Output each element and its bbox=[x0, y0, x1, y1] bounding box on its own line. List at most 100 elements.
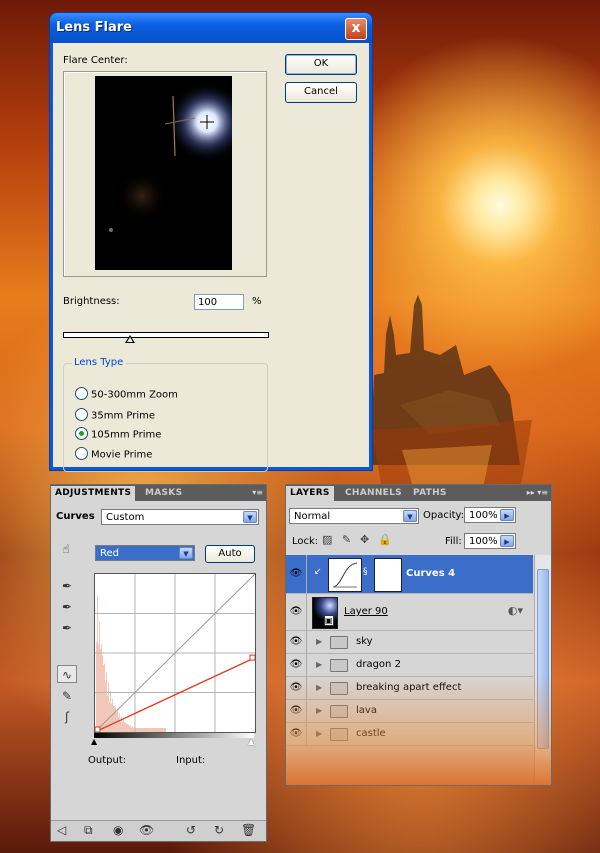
layer-row-lava[interactable]: 👁 ▶ lava bbox=[286, 700, 533, 723]
brightness-slider[interactable] bbox=[63, 332, 269, 338]
lens-type-group: Lens Type 50-300mm Zoom 35mm Prime 105mm… bbox=[63, 357, 268, 472]
chain-link-icon[interactable]: § bbox=[363, 567, 368, 577]
scrollbar-thumb[interactable] bbox=[537, 569, 549, 749]
curves-graph[interactable] bbox=[94, 573, 256, 733]
radio-button[interactable] bbox=[75, 408, 88, 421]
lock-icon[interactable]: 🔒 bbox=[378, 533, 392, 546]
histogram-bar bbox=[153, 728, 154, 732]
white-point-slider[interactable]: ▲ bbox=[248, 737, 254, 746]
opacity-input[interactable]: 100% ▶ bbox=[464, 507, 516, 523]
expand-triangle-icon[interactable]: ▶ bbox=[316, 683, 322, 692]
layer-row-breaking-apart[interactable]: 👁 ▶ breaking apart effect bbox=[286, 677, 533, 700]
back-arrow-icon[interactable]: ◁ bbox=[57, 823, 66, 837]
lens-option-35mm[interactable]: 35mm Prime bbox=[75, 408, 155, 423]
smooth-curve-icon[interactable]: ʃ bbox=[57, 708, 77, 726]
eye-icon[interactable]: 👁 bbox=[286, 723, 307, 745]
smart-filter-icon[interactable]: ◐▾ bbox=[508, 604, 523, 617]
layer-row-curves4[interactable]: 👁 ↙ § Curves 4 bbox=[286, 555, 533, 594]
reset-icon[interactable]: ↻ bbox=[214, 823, 224, 837]
eyedropper-white-icon[interactable]: ✒ bbox=[57, 619, 77, 637]
trash-icon[interactable]: 🗑 bbox=[241, 823, 256, 837]
layer-row-castle[interactable]: 👁 ▶ castle bbox=[286, 723, 533, 746]
move-icon[interactable]: ✥ bbox=[360, 533, 369, 546]
eyedropper-gray-icon[interactable]: ✒ bbox=[57, 598, 77, 616]
adjustments-bottom-bar: ◁ ⧉ ◉ 👁 ↺ ↻ 🗑 bbox=[51, 820, 266, 841]
histogram-bar bbox=[129, 726, 130, 732]
brightness-slider-thumb[interactable] bbox=[125, 335, 136, 343]
lock-transparency-icon[interactable]: ▨ bbox=[322, 533, 332, 546]
flare-preview-frame bbox=[63, 71, 267, 277]
layer-row-sky[interactable]: 👁 ▶ sky bbox=[286, 631, 533, 654]
eye-icon[interactable]: 👁 bbox=[139, 823, 154, 837]
eye-icon[interactable]: 👁 bbox=[286, 631, 307, 653]
tab-adjustments[interactable]: ADJUSTMENTS bbox=[51, 486, 136, 501]
lens-option-movie[interactable]: Movie Prime bbox=[75, 447, 152, 462]
histogram-bar bbox=[140, 728, 141, 732]
curves-graph-svg bbox=[94, 573, 256, 733]
previous-state-icon[interactable]: ↺ bbox=[186, 823, 196, 837]
tab-paths[interactable]: PATHS bbox=[409, 486, 451, 501]
radio-button[interactable] bbox=[75, 447, 88, 460]
black-point-slider[interactable]: ▲ bbox=[91, 737, 97, 746]
histogram-bar bbox=[122, 722, 123, 732]
layer-mask-thumbnail[interactable] bbox=[374, 558, 402, 592]
expand-triangle-icon[interactable]: ▶ bbox=[316, 637, 322, 646]
chevron-down-icon: ▼ bbox=[403, 510, 417, 522]
pencil-icon[interactable]: ✎ bbox=[57, 687, 77, 705]
histogram-bar bbox=[118, 717, 119, 732]
eye-icon[interactable]: 👁 bbox=[286, 555, 307, 593]
clip-to-layer-icon[interactable]: ⧉ bbox=[84, 823, 93, 838]
channel-select[interactable]: Red ▼ bbox=[95, 545, 195, 561]
histogram-bar bbox=[98, 644, 99, 732]
layer-row-layer90[interactable]: 👁 ▣ Layer 90 ◐▾ bbox=[286, 594, 533, 631]
histogram-bar bbox=[136, 728, 137, 732]
blend-mode-select[interactable]: Normal ▼ bbox=[289, 508, 419, 524]
layer-row-dragon2[interactable]: 👁 ▶ dragon 2 bbox=[286, 654, 533, 677]
layers-scrollbar[interactable] bbox=[534, 555, 551, 785]
smart-object-icon: ▣ bbox=[324, 615, 334, 626]
eye-icon[interactable]: 👁 bbox=[286, 700, 307, 722]
brightness-input[interactable]: 100 bbox=[194, 294, 244, 310]
lens-option-50-300mm[interactable]: 50-300mm Zoom bbox=[75, 387, 178, 402]
expand-triangle-icon[interactable]: ▶ bbox=[316, 729, 322, 738]
lock-pixels-icon[interactable]: ✎ bbox=[342, 533, 351, 546]
curve-tool-icon[interactable]: ∿ bbox=[57, 665, 77, 683]
ok-button[interactable]: OK bbox=[285, 54, 357, 75]
expand-triangle-icon[interactable]: ▶ bbox=[316, 660, 322, 669]
cancel-button[interactable]: Cancel bbox=[285, 82, 357, 103]
radio-button[interactable] bbox=[75, 387, 88, 400]
histogram-bar bbox=[147, 728, 148, 732]
panel-menu-icon[interactable]: ▾≡ bbox=[252, 488, 263, 497]
histogram bbox=[96, 595, 166, 732]
curve-point[interactable] bbox=[249, 654, 256, 661]
histogram-bar bbox=[126, 723, 127, 732]
visibility-toggle-icon[interactable]: ◉ bbox=[113, 823, 123, 837]
histogram-bar bbox=[120, 721, 121, 732]
tab-layers[interactable]: LAYERS bbox=[286, 486, 334, 501]
dialog-title-bar[interactable]: Lens Flare x bbox=[50, 13, 372, 43]
histogram-bar bbox=[141, 728, 142, 732]
eye-icon[interactable]: 👁 bbox=[286, 677, 307, 699]
curve-point[interactable] bbox=[94, 726, 101, 733]
hand-target-icon[interactable]: ☝ bbox=[56, 540, 76, 558]
eye-icon[interactable]: 👁 bbox=[286, 594, 307, 630]
eye-icon[interactable]: 👁 bbox=[286, 654, 307, 676]
fill-input[interactable]: 100% ▶ bbox=[464, 533, 516, 549]
radio-button-selected[interactable] bbox=[75, 427, 88, 440]
histogram-bar bbox=[159, 728, 160, 732]
eyedropper-black-icon[interactable]: ✒ bbox=[57, 577, 77, 595]
histogram-bar bbox=[114, 705, 115, 732]
histogram-bar bbox=[119, 713, 120, 732]
folder-icon bbox=[330, 705, 348, 718]
flare-preview[interactable] bbox=[95, 76, 232, 270]
histogram-bar bbox=[125, 722, 126, 732]
auto-button[interactable]: Auto bbox=[205, 545, 255, 563]
expand-triangle-icon[interactable]: ▶ bbox=[316, 706, 322, 715]
lens-option-105mm[interactable]: 105mm Prime bbox=[75, 427, 161, 442]
tab-channels[interactable]: CHANNELS bbox=[341, 486, 406, 501]
preset-select[interactable]: Custom ▼ bbox=[101, 509, 259, 525]
tab-masks[interactable]: MASKS bbox=[141, 486, 186, 501]
histogram-bar bbox=[163, 728, 164, 732]
panel-menu-icon[interactable]: ▸▸ ▾≡ bbox=[527, 488, 548, 497]
close-button[interactable]: x bbox=[345, 18, 367, 40]
